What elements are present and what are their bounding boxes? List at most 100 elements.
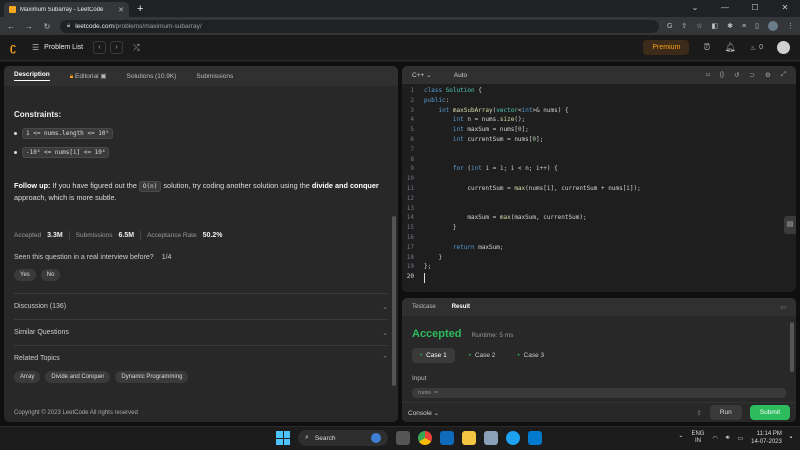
case-tab[interactable]: • Case 1 xyxy=(412,348,455,363)
constraint-2: -10⁴ <= nums[i] <= 10⁴ xyxy=(22,147,110,158)
menu-dots-icon[interactable]: ⋮ xyxy=(787,22,794,30)
expand-icon[interactable]: ▭ xyxy=(780,304,786,311)
chevron-up-icon[interactable]: ⌃ xyxy=(678,435,683,442)
bookmark-icon[interactable]: ⌑ xyxy=(706,71,709,79)
minimize-icon[interactable]: — xyxy=(710,0,740,16)
bookmark-star-icon[interactable]: ☆ xyxy=(696,22,702,30)
leetcode-logo-icon[interactable]: ʗ xyxy=(10,42,24,54)
store-icon[interactable] xyxy=(484,431,498,445)
case-tab[interactable]: • Case 3 xyxy=(509,348,552,363)
windows-taskbar: ⌕ Search ⌃ ENG IN ◠ 🔊︎ ▭ 11:14 PM 14-07-20… xyxy=(0,426,800,450)
case-label: Case 3 xyxy=(523,352,545,359)
reload-icon[interactable]: ↻ xyxy=(42,22,52,31)
volume-icon[interactable]: 🔊︎ xyxy=(726,435,730,442)
language-select[interactable]: C++ ⌄ xyxy=(412,71,432,79)
no-button[interactable]: No xyxy=(40,269,61,281)
notification-bell-icon[interactable]: 🔔︎ xyxy=(724,42,735,53)
vscode-icon[interactable] xyxy=(528,431,542,445)
tab-testcase[interactable]: Testcase xyxy=(412,304,436,310)
scrollbar[interactable] xyxy=(392,216,396,386)
url-field[interactable]: 🔒︎ leetcode.com/problems/maximum-subarra… xyxy=(60,19,659,33)
file-explorer-icon[interactable] xyxy=(462,431,476,445)
search-badge-icon xyxy=(371,433,381,443)
tab-submissions[interactable]: Submissions xyxy=(196,73,233,80)
alarm-clock-icon[interactable]: ⏰︎ xyxy=(703,42,710,53)
tab-editorial-label: Editorial xyxy=(75,72,99,80)
autocomplete-mode[interactable]: Auto xyxy=(454,72,467,79)
code-lines: 1 class Solution { 2 public: 3 int maxSubA… xyxy=(402,84,796,283)
problem-stats: Accepted 3.3M Submissions 6.5M Acceptance … xyxy=(14,231,388,240)
close-window-icon[interactable]: ✕ xyxy=(770,0,800,16)
notification-icon[interactable]: ▪ xyxy=(790,435,792,441)
shuffle-icon[interactable]: ⤮ xyxy=(133,43,139,53)
settings-gear-icon[interactable]: ⚙ xyxy=(765,71,771,79)
similar-questions-label: Similar Questions xyxy=(14,329,69,336)
reset-icon[interactable]: ↺ xyxy=(734,71,739,79)
translate-icon[interactable]: G xyxy=(667,23,672,30)
taskbar-search[interactable]: ⌕ Search xyxy=(298,430,388,446)
photos-icon[interactable] xyxy=(440,431,454,445)
share-icon[interactable]: ⇪ xyxy=(681,22,687,30)
premium-button[interactable]: Premium xyxy=(643,40,690,55)
forward-arrow-icon[interactable]: → xyxy=(24,22,34,31)
sidepanel-icon[interactable]: ▯ xyxy=(755,22,759,30)
submit-button[interactable]: Submit xyxy=(749,405,790,420)
maximize-icon[interactable]: ☐ xyxy=(740,0,770,16)
battery-icon[interactable]: ▭ xyxy=(737,435,743,442)
next-problem-button[interactable]: › xyxy=(110,41,124,54)
close-tab-icon[interactable]: ✕ xyxy=(118,6,124,14)
new-tab-icon[interactable]: + xyxy=(137,2,143,17)
related-topics-section[interactable]: Related Topics ⌃ xyxy=(14,345,388,371)
back-arrow-icon[interactable]: ← xyxy=(6,22,16,31)
topic-tag[interactable]: Array xyxy=(14,371,41,383)
similar-questions-section[interactable]: Similar Questions ⌄ xyxy=(14,319,388,345)
follow-up-label: Follow up: xyxy=(14,181,51,190)
code-line: 5 int maxSum = nums[0]; xyxy=(410,126,529,134)
problem-list-link[interactable]: Problem List xyxy=(44,44,83,51)
tab-editorial[interactable]: 🔒︎ Editorial ▣ xyxy=(70,72,107,81)
clock[interactable]: 11:14 PM 14-07-2023 xyxy=(751,430,782,446)
streak-counter[interactable]: ♨ 0 xyxy=(750,44,763,52)
run-button[interactable]: Run xyxy=(709,405,742,420)
code-line: 3 int maxSubArray(vector < int >& nums) { xyxy=(410,106,569,114)
yes-button[interactable]: Yes xyxy=(14,269,36,281)
case-tab[interactable]: • Case 2 xyxy=(461,348,504,363)
task-view-icon[interactable] xyxy=(396,431,410,445)
console-toggle[interactable]: Console ⌄ xyxy=(408,409,439,417)
chat-icon[interactable] xyxy=(506,431,520,445)
case-label: Case 2 xyxy=(474,352,496,359)
windows-start-icon[interactable] xyxy=(276,431,290,445)
topic-tag[interactable]: Dynamic Programming xyxy=(115,371,189,383)
shortcut-icon[interactable]: ⊃ xyxy=(750,71,755,79)
extensions-puzzle-icon[interactable]: ✱ xyxy=(727,22,733,30)
reading-list-icon[interactable]: ≡ xyxy=(742,23,746,30)
address-bar: ← → ↻ 🔒︎ leetcode.com/problems/maximum-s… xyxy=(0,17,800,35)
braces-icon[interactable]: {} xyxy=(720,71,724,79)
problem-list-icon[interactable]: ☰ xyxy=(32,43,39,52)
browser-tab[interactable]: Maximum Subarray - LeetCode ✕ xyxy=(4,2,129,17)
chevron-down-icon: ⌄ xyxy=(382,329,388,337)
tab-result[interactable]: Result xyxy=(452,304,470,310)
extension-icon[interactable]: ◧ xyxy=(712,22,719,30)
user-avatar[interactable] xyxy=(777,41,790,54)
tab-description[interactable]: Description xyxy=(14,71,50,81)
notes-icon[interactable]: ▤ xyxy=(784,216,796,234)
code-editor[interactable]: C++ ⌄ · Auto ⌑ {} ↺ ⊃ ⚙ ⤢ 1 class Solutio… xyxy=(402,66,796,292)
tab-solutions[interactable]: Solutions (10.9K) xyxy=(127,73,177,80)
fullscreen-icon[interactable]: ⤢ xyxy=(781,71,786,79)
prev-problem-button[interactable]: ‹ xyxy=(93,41,107,54)
scrollbar[interactable] xyxy=(790,322,794,372)
code-line: 20 xyxy=(402,273,796,283)
topic-tag[interactable]: Divide and Conquer xyxy=(45,371,111,383)
chrome-icon[interactable] xyxy=(418,431,432,445)
follow-up-bold: divide and conquer xyxy=(311,181,379,190)
wifi-icon[interactable]: ◠ xyxy=(712,435,717,442)
upload-icon[interactable]: ⇪ xyxy=(696,409,701,417)
copyright: Copyright © 2023 LeetCode All rights res… xyxy=(14,410,138,416)
chevron-down-icon[interactable]: ⌄ xyxy=(680,0,710,16)
discussion-section[interactable]: Discussion (136) ⌄ xyxy=(14,293,388,319)
url-path: /problems/maximum-subarray/ xyxy=(113,22,202,30)
profile-avatar[interactable] xyxy=(768,21,778,31)
language-indicator[interactable]: ENG IN xyxy=(691,431,704,445)
check-dot-icon: • xyxy=(517,352,520,359)
